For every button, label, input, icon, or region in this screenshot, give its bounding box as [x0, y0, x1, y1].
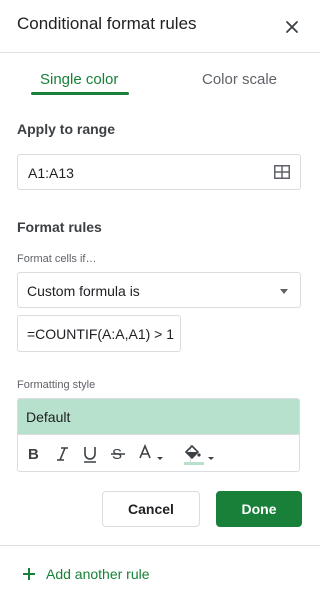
range-value: A1:A13: [28, 165, 74, 181]
condition-value: Custom formula is: [27, 283, 140, 299]
svg-text:B: B: [28, 446, 39, 463]
strikethrough-icon: S: [111, 446, 125, 463]
underline-button[interactable]: [82, 444, 98, 464]
formatting-style-label: Formatting style: [17, 379, 96, 391]
formula-input[interactable]: =COUNTIF(A:A,A1) > 1: [17, 315, 181, 352]
active-tab-indicator: [31, 92, 129, 95]
range-input[interactable]: A1:A13: [17, 154, 301, 190]
grid-icon: [274, 165, 290, 179]
panel-header: Conditional format rules: [0, 0, 320, 53]
condition-select[interactable]: Custom formula is: [17, 272, 301, 308]
style-toolbar: B S: [18, 434, 299, 471]
italic-button[interactable]: [54, 444, 70, 464]
close-button[interactable]: [281, 16, 303, 38]
plus-icon: [23, 568, 35, 580]
apply-range-label: Apply to range: [17, 121, 116, 137]
rule-type-tabs: Single color Color scale: [0, 54, 320, 98]
formatting-style-box: Default B S: [17, 398, 300, 472]
format-rules-label: Format rules: [17, 219, 102, 235]
done-button[interactable]: Done: [216, 491, 302, 527]
bold-button[interactable]: B: [26, 444, 42, 464]
fill-color-icon: [184, 444, 214, 465]
panel-title: Conditional format rules: [17, 14, 197, 33]
underline-icon: [84, 447, 96, 463]
bold-icon: B: [28, 446, 39, 463]
add-another-rule-label: Add another rule: [46, 566, 150, 582]
tab-color-scale[interactable]: Color scale: [202, 71, 277, 88]
fill-color-button[interactable]: [183, 444, 215, 465]
style-preview-text: Default: [26, 409, 71, 425]
text-color-icon: [139, 443, 163, 460]
style-preview-dropdown[interactable]: Default: [18, 399, 299, 434]
formula-value: =COUNTIF(A:A,A1) > 1: [27, 326, 175, 342]
italic-icon: [57, 447, 68, 461]
strikethrough-button[interactable]: S: [110, 444, 126, 464]
tab-single-color[interactable]: Single color: [40, 71, 118, 88]
text-color-button[interactable]: [138, 443, 166, 464]
close-icon: [286, 21, 298, 33]
cancel-button[interactable]: Cancel: [102, 491, 200, 527]
select-range-button[interactable]: [274, 165, 290, 179]
dropdown-caret-icon: [280, 289, 288, 294]
condition-label: Format cells if…: [17, 253, 97, 265]
footer-divider: [0, 545, 320, 546]
